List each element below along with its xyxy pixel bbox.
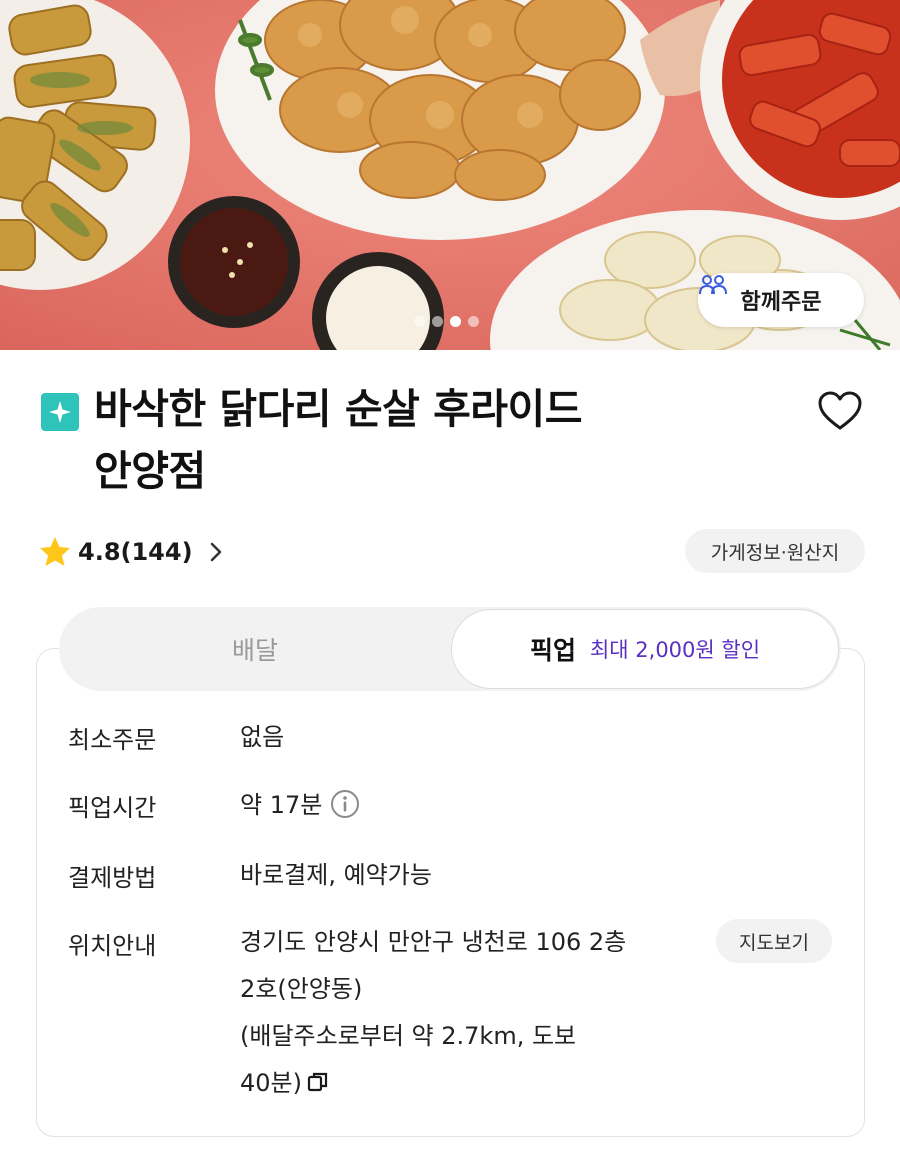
tab-delivery[interactable]: 배달 [59, 607, 451, 691]
store-name: 바삭한 닭다리 순살 후라이드 안양점 [94, 378, 734, 502]
sparkle-icon [49, 401, 71, 423]
store-info-button[interactable]: 가게정보·원산지 [685, 529, 865, 573]
store-name-line2: 안양점 [94, 447, 206, 495]
distance-line1: (배달주소로부터 약 2.7km, 도보 [240, 1022, 577, 1050]
min-order-label: 최소주문 [68, 726, 157, 754]
favorite-heart-icon[interactable] [816, 388, 864, 436]
store-name-line1: 바삭한 닭다리 순살 후라이드 [94, 385, 582, 433]
rating-link[interactable]: 4.8(144) [38, 532, 223, 572]
carousel-indicator [414, 316, 479, 327]
tab-pickup-label: 픽업 [529, 636, 576, 665]
pickup-time-value: 약 17분 [240, 782, 360, 829]
rating-score: 4.8(144) [78, 538, 193, 566]
chevron-right-icon [210, 542, 221, 562]
view-map-button[interactable]: 지도보기 [716, 919, 832, 963]
together-order-label: 함께주문 [740, 290, 822, 315]
carousel-dot[interactable] [432, 316, 443, 327]
payment-label: 결제방법 [68, 864, 157, 892]
hero-image[interactable]: 함께주문 [0, 0, 900, 350]
carousel-dot[interactable] [468, 316, 479, 327]
carousel-dot-active[interactable] [450, 316, 461, 327]
payment-value: 바로결제, 예약가능 [240, 861, 432, 889]
location-label: 위치안내 [68, 932, 157, 960]
pickup-discount-text: 최대 2,000원 할인 [589, 638, 761, 662]
address-line2: 2호(안양동) [240, 975, 363, 1003]
location-value: 경기도 안양시 만안구 냉천로 106 2층 2호(안양동) (배달주소로부터 … [240, 919, 700, 1107]
info-icon[interactable] [330, 789, 360, 819]
distance-line2: 40분) [240, 1060, 700, 1107]
group-people-icon [699, 275, 727, 295]
carousel-dot[interactable] [414, 316, 425, 327]
order-type-tabs: 배달 픽업 최대 2,000원 할인 [59, 607, 841, 691]
together-order-button[interactable]: 함께주문 [698, 273, 864, 327]
tab-pickup[interactable]: 픽업 최대 2,000원 할인 [451, 609, 839, 689]
pickup-time-label: 픽업시간 [68, 794, 157, 822]
store-badge-icon [41, 393, 79, 431]
star-icon [40, 537, 70, 566]
copy-icon[interactable] [306, 1070, 330, 1094]
min-order-value: 없음 [240, 723, 285, 751]
address-line1: 경기도 안양시 만안구 냉천로 106 2층 [240, 928, 627, 956]
